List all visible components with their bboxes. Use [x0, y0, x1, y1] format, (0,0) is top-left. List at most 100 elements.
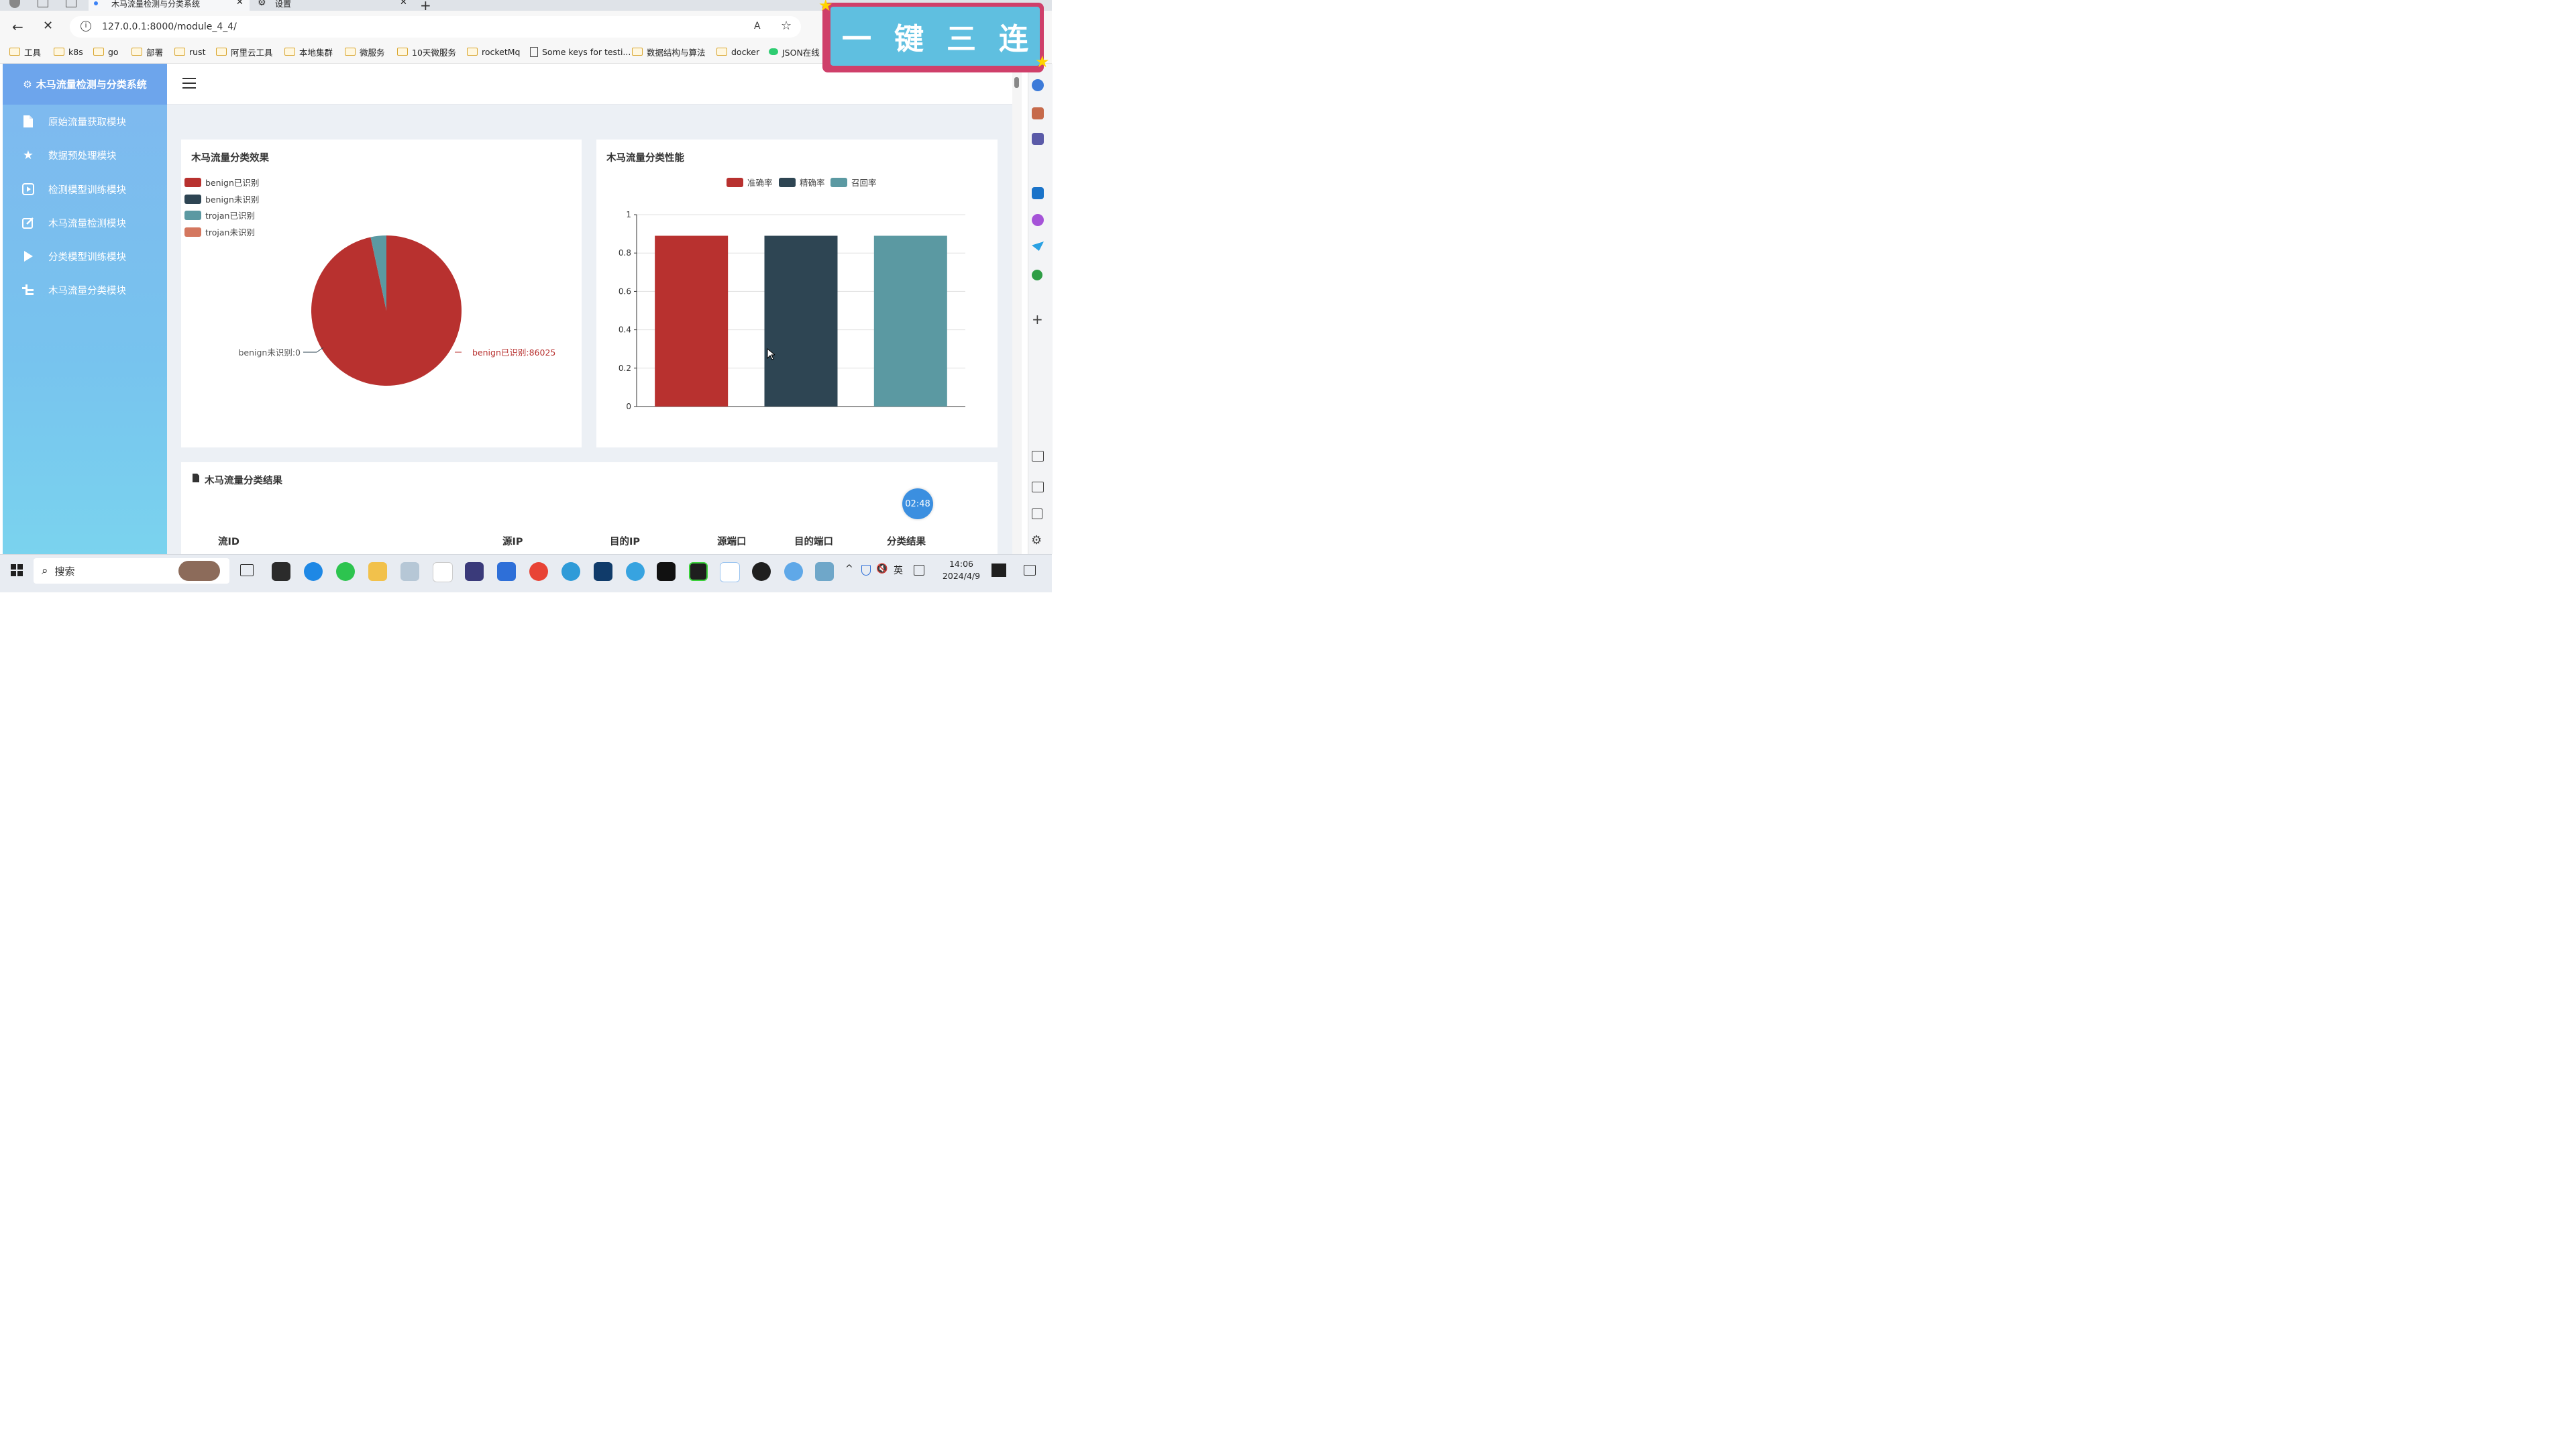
- pycharm-icon[interactable]: [689, 562, 708, 581]
- security-app-icon[interactable]: [497, 562, 516, 581]
- bookmark-label: 10天微服务: [412, 47, 456, 58]
- bookmark-item[interactable]: 微服务: [345, 46, 385, 58]
- workspaces-icon[interactable]: [38, 0, 48, 7]
- app-icon[interactable]: [433, 562, 453, 582]
- volume-muted-icon[interactable]: 🔇: [876, 564, 888, 574]
- sidebar-item-detect[interactable]: 木马流量检测模块: [20, 215, 126, 231]
- bookmark-label: 阿里云工具: [231, 47, 273, 58]
- legend-item[interactable]: benign已识别: [184, 176, 259, 189]
- search-icon: ⌕: [42, 564, 48, 578]
- taskbar-search[interactable]: ⌕ 搜索: [34, 558, 229, 584]
- open-external-icon[interactable]: [1032, 508, 1042, 519]
- pie-slice[interactable]: [311, 235, 462, 386]
- screenshot-icon[interactable]: [1032, 451, 1044, 462]
- add-icon[interactable]: +: [1032, 311, 1043, 327]
- tab-label: 设置: [275, 0, 292, 9]
- table-header-src-ip: 源IP: [502, 537, 523, 547]
- bookmark-item[interactable]: go: [93, 46, 119, 58]
- windows-start-icon[interactable]: [11, 564, 23, 576]
- tab-settings[interactable]: ⚙ 设置 ✕: [252, 0, 413, 11]
- info-icon[interactable]: i: [80, 21, 91, 32]
- legend-item[interactable]: 召回率: [830, 176, 877, 189]
- folder-icon: [716, 48, 727, 56]
- sidebar-app-icon[interactable]: [1032, 79, 1044, 91]
- bar-1[interactable]: [655, 235, 729, 407]
- tree-app-icon[interactable]: [1032, 270, 1042, 280]
- bookmark-item[interactable]: 工具: [9, 46, 41, 58]
- terminal-icon[interactable]: [272, 562, 290, 581]
- favorite-star-icon[interactable]: ☆: [781, 19, 792, 33]
- edge-icon[interactable]: [304, 562, 323, 581]
- sidebar-item-raw-traffic[interactable]: 原始流量获取模块: [20, 113, 126, 129]
- bookmark-item[interactable]: rocketMq: [467, 46, 521, 58]
- ide-icon[interactable]: [594, 562, 612, 581]
- folder-icon: [93, 48, 104, 56]
- shopping-icon[interactable]: [1032, 107, 1044, 119]
- tab-active[interactable]: 木马流量检测与分类系统 ✕: [89, 0, 250, 11]
- bookmark-item[interactable]: JSON在线: [769, 46, 820, 58]
- file-explorer-icon[interactable]: [368, 562, 387, 581]
- bookmark-item[interactable]: Some keys for testi...: [530, 46, 631, 58]
- bookmark-item[interactable]: 数据结构与算法: [632, 46, 706, 58]
- chrome-icon[interactable]: [529, 562, 548, 581]
- wechat-icon[interactable]: [336, 562, 355, 581]
- network-app-icon[interactable]: [720, 562, 740, 582]
- bookmark-item[interactable]: 本地集群: [284, 46, 333, 58]
- bar-3[interactable]: [873, 235, 947, 407]
- read-aloud-icon[interactable]: A: [754, 21, 761, 32]
- image-viewer-icon[interactable]: [400, 562, 419, 581]
- tray-app-icon[interactable]: [991, 564, 1006, 577]
- input-language[interactable]: 英: [894, 564, 903, 577]
- close-tab-icon[interactable]: ✕: [236, 0, 244, 7]
- app-icon[interactable]: [561, 562, 580, 581]
- browser-icon[interactable]: [626, 562, 645, 581]
- bar-2[interactable]: [764, 235, 838, 407]
- sidebar-item-label: 原始流量获取模块: [48, 117, 126, 128]
- table-header-src-port: 源端口: [717, 537, 747, 547]
- task-view-icon[interactable]: [240, 564, 254, 576]
- legend-item[interactable]: 精确率: [779, 176, 825, 189]
- tab-actions-icon[interactable]: [66, 0, 76, 7]
- outlook-icon[interactable]: [1032, 187, 1044, 199]
- split-view-icon[interactable]: [1032, 482, 1044, 492]
- tray-chevron-icon[interactable]: ^: [845, 564, 853, 574]
- tray-shield-icon[interactable]: [861, 565, 871, 576]
- sidebar-item-classify-train[interactable]: 分类模型训练模块: [20, 248, 126, 264]
- sidebar-brand[interactable]: ⚙ 木马流量检测与分类系统: [3, 64, 167, 105]
- designer-icon[interactable]: [1032, 214, 1044, 226]
- scrollbar-thumb[interactable]: [1014, 77, 1019, 88]
- hamburger-menu-icon[interactable]: [182, 76, 196, 89]
- timer-bubble[interactable]: 02:48: [902, 488, 933, 519]
- sidebar-item-label: 数据预处理模块: [48, 150, 117, 162]
- bookmark-item[interactable]: docker: [716, 46, 759, 58]
- sidebar-item-detect-train[interactable]: 检测模型训练模块: [20, 181, 126, 197]
- close-tab-icon[interactable]: ✕: [400, 0, 407, 7]
- settings-gear-icon[interactable]: ⚙: [1031, 533, 1042, 547]
- bookmark-item[interactable]: rust: [174, 46, 205, 58]
- app-icon[interactable]: [815, 562, 834, 581]
- clock-date: 2024/4/9: [942, 571, 981, 581]
- ime-icon[interactable]: [914, 565, 924, 576]
- bookmark-item[interactable]: 部署: [131, 46, 163, 58]
- bookmark-item[interactable]: k8s: [54, 46, 83, 58]
- console-icon[interactable]: [657, 562, 676, 581]
- back-icon[interactable]: ←: [12, 19, 23, 35]
- cat-app-icon[interactable]: [465, 562, 484, 581]
- qq-icon[interactable]: [752, 562, 771, 581]
- legend-item[interactable]: 准确率: [727, 176, 773, 189]
- bookmark-label: 微服务: [360, 47, 385, 58]
- stop-icon[interactable]: ✕: [43, 19, 53, 33]
- folder-icon: [467, 48, 478, 56]
- sidebar-item-classify[interactable]: 木马流量分类模块: [20, 282, 126, 298]
- notification-icon[interactable]: [1024, 565, 1036, 576]
- games-icon[interactable]: [1032, 133, 1044, 145]
- url-text[interactable]: 127.0.0.1:8000/module_4_4/: [102, 21, 237, 32]
- table-header-flow-id: 流ID: [218, 537, 239, 547]
- page-scrollbar[interactable]: [1012, 64, 1022, 554]
- app-icon[interactable]: [784, 562, 803, 581]
- sidebar-item-preprocess[interactable]: ★ 数据预处理模块: [20, 147, 117, 163]
- bookmark-item[interactable]: 10天微服务: [397, 46, 456, 58]
- file-icon: [192, 473, 200, 486]
- system-clock[interactable]: 14:06 2024/4/9: [935, 558, 987, 582]
- bookmark-item[interactable]: 阿里云工具: [216, 46, 273, 58]
